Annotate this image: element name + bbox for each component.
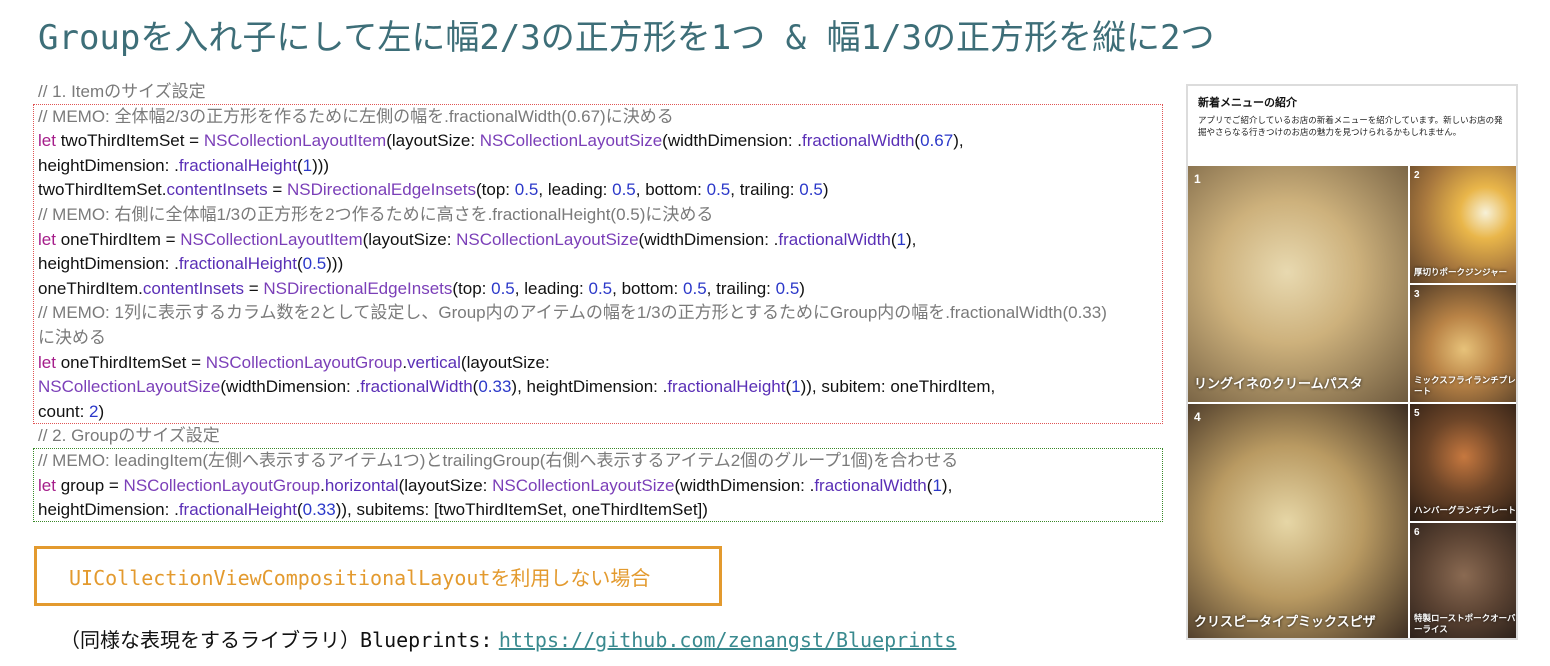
code-comment: // MEMO: 全体幅2/3の正方形を作るために左側の幅を.fractiona… xyxy=(38,106,674,126)
tile-number: 3 xyxy=(1414,289,1420,300)
code-comment: // MEMO: 1列に表示するカラム数を2として設定し、Group内のアイテム… xyxy=(38,303,1107,323)
food-photo xyxy=(1188,404,1408,638)
code-line: NSCollectionLayoutSize(widthDimension: .… xyxy=(38,377,996,397)
library-link[interactable]: https://github.com/zenangst/Blueprints xyxy=(499,628,957,652)
tile-number: 1 xyxy=(1194,172,1201,186)
code-comment: に決める xyxy=(38,327,106,347)
code-line: let oneThirdItemSet = NSCollectionLayout… xyxy=(38,352,550,372)
code-block: // 1. Itemのサイズ設定 // MEMO: 全体幅2/3の正方形を作るた… xyxy=(38,80,1107,523)
tile-caption: ハンバーグランチプレート xyxy=(1414,506,1517,516)
food-photo xyxy=(1188,166,1408,402)
menu-tile-6[interactable]: 6 特製ローストポークオーバーライス xyxy=(1410,523,1516,638)
tile-caption: ミックスフライランチプレート xyxy=(1414,376,1516,397)
code-line: let twoThirdItemSet = NSCollectionLayout… xyxy=(38,131,964,151)
food-photo xyxy=(1410,166,1516,283)
code-line: let group = NSCollectionLayoutGroup.hori… xyxy=(38,475,953,495)
tile-number: 2 xyxy=(1414,170,1420,181)
tile-caption: リングイネのクリームパスタ xyxy=(1194,377,1363,392)
page-title: Groupを入れ子にして左に幅2/3の正方形を1つ & 幅1/3の正方形を縦に2… xyxy=(38,18,1215,58)
phone-preview: 新着メニューの紹介 アプリでご紹介しているお店の新着メニューを紹介しています。新… xyxy=(1186,84,1518,640)
tile-number: 5 xyxy=(1414,408,1420,419)
tile-caption: 特製ローストポークオーバーライス xyxy=(1414,614,1516,635)
menu-tile-5[interactable]: 5 ハンバーグランチプレート xyxy=(1410,404,1517,521)
code-line: oneThirdItem.contentInsets = NSDirection… xyxy=(38,278,805,298)
food-photo xyxy=(1410,404,1516,521)
code-comment: // MEMO: leadingItem(左側へ表示するアイテム1つ)とtrai… xyxy=(38,450,959,470)
menu-tile-2[interactable]: 2 厚切りポークジンジャー xyxy=(1410,166,1516,283)
tile-caption: 厚切りポークジンジャー xyxy=(1414,268,1508,278)
code-comment: // 1. Itemのサイズ設定 xyxy=(38,82,206,101)
code-line: count: 2) xyxy=(38,401,105,421)
phone-header: 新着メニューの紹介 xyxy=(1198,96,1297,109)
menu-tile-3[interactable]: 3 ミックスフライランチプレート xyxy=(1410,285,1516,402)
code-comment: // 2. Groupのサイズ設定 xyxy=(38,426,220,446)
code-line: heightDimension: .fractionalHeight(0.33)… xyxy=(38,500,708,520)
phone-description: アプリでご紹介しているお店の新着メニューを紹介しています。新しいお店の発掘やさら… xyxy=(1198,116,1503,138)
code-line: heightDimension: .fractionalHeight(1))) xyxy=(38,155,330,175)
code-comment: // MEMO: 右側に全体幅1/3の正方形を2つ作るために高さを.fracti… xyxy=(38,204,714,224)
menu-tile-1[interactable]: 1 リングイネのクリームパスタ xyxy=(1188,166,1408,402)
code-line: twoThirdItemSet.contentInsets = NSDirect… xyxy=(38,180,829,200)
menu-tile-4[interactable]: 4 クリスピータイプミックスピザ xyxy=(1188,404,1408,638)
tile-number: 4 xyxy=(1194,410,1201,424)
no-compositional-layout-button[interactable]: UICollectionViewCompositionalLayoutを利用しな… xyxy=(34,546,722,606)
code-line: heightDimension: .fractionalHeight(0.5))… xyxy=(38,254,344,274)
library-prefix: （同様な表現をするライブラリ） xyxy=(60,628,360,652)
code-line: let oneThirdItem = NSCollectionLayoutIte… xyxy=(38,229,917,249)
library-reference: （同様な表現をするライブラリ）Blueprints: https://githu… xyxy=(60,624,956,653)
library-name: Blueprints: xyxy=(360,628,493,652)
tile-number: 6 xyxy=(1414,527,1420,538)
tile-caption: クリスピータイプミックスピザ xyxy=(1194,615,1376,630)
